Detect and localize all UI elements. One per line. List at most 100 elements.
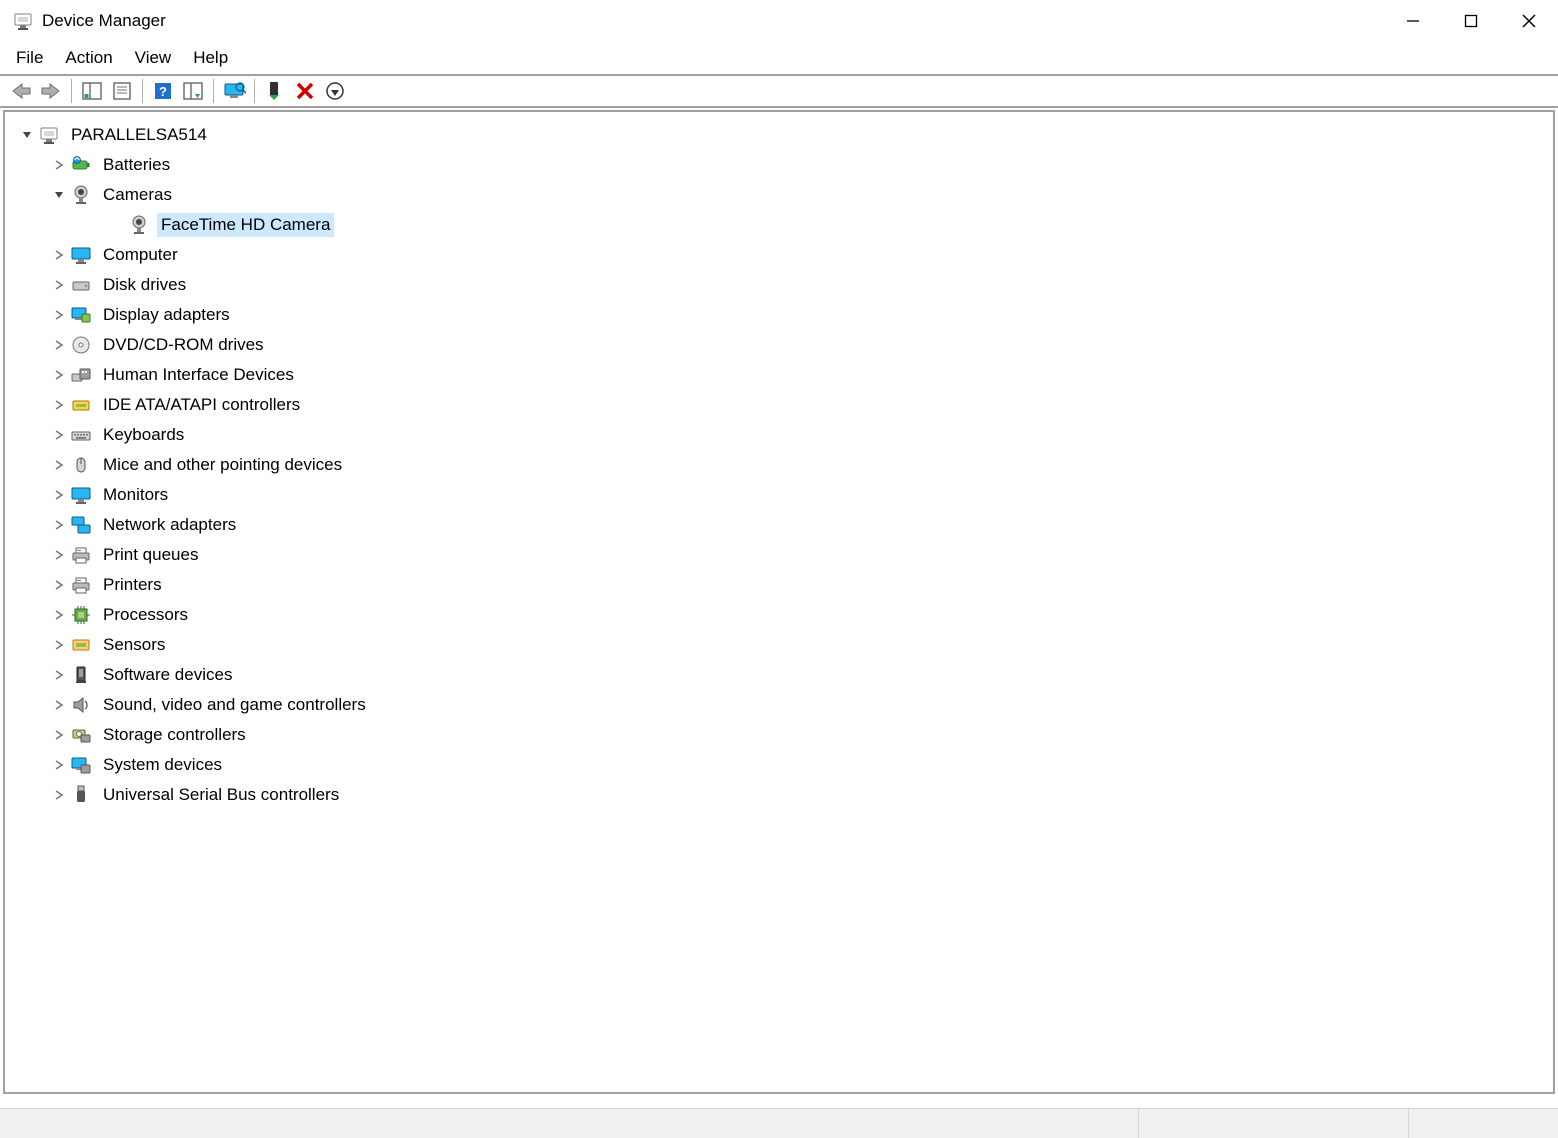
- tree-item-display-adapters[interactable]: Display adapters: [11, 300, 1547, 330]
- chevron-right-icon[interactable]: [49, 155, 69, 175]
- display-adapter-icon: [69, 303, 93, 327]
- back-button[interactable]: [6, 78, 36, 104]
- tree-item-label: Batteries: [99, 153, 174, 177]
- chevron-right-icon[interactable]: [49, 305, 69, 325]
- tree-item-disk-drives[interactable]: Disk drives: [11, 270, 1547, 300]
- tree-item-cameras[interactable]: Cameras: [11, 180, 1547, 210]
- network-icon: [69, 513, 93, 537]
- status-cell: [1138, 1109, 1408, 1138]
- chevron-right-icon[interactable]: [49, 365, 69, 385]
- chevron-down-icon[interactable]: [49, 185, 69, 205]
- tree-item-sensors[interactable]: Sensors: [11, 630, 1547, 660]
- device-tree[interactable]: PARALLELSA514 Batteries: [3, 110, 1555, 1094]
- scan-hardware-button[interactable]: [178, 78, 208, 104]
- camera-icon: [69, 183, 93, 207]
- battery-icon: [69, 153, 93, 177]
- toolbar-separator: [142, 79, 143, 103]
- ide-controller-icon: [69, 393, 93, 417]
- uninstall-device-button[interactable]: [290, 78, 320, 104]
- chevron-right-icon[interactable]: [49, 695, 69, 715]
- tree-item-computer[interactable]: Computer: [11, 240, 1547, 270]
- tree-item-label: System devices: [99, 753, 226, 777]
- tree-item-printers[interactable]: Printers: [11, 570, 1547, 600]
- tree-item-facetime-camera[interactable]: FaceTime HD Camera: [11, 210, 1547, 240]
- chevron-right-icon[interactable]: [49, 545, 69, 565]
- toolbar-separator: [254, 79, 255, 103]
- menu-action[interactable]: Action: [59, 45, 126, 71]
- chevron-right-icon[interactable]: [49, 605, 69, 625]
- tree-item-processors[interactable]: Processors: [11, 600, 1547, 630]
- tree-item-label: DVD/CD-ROM drives: [99, 333, 268, 357]
- disc-icon: [69, 333, 93, 357]
- tree-item-label: Sound, video and game controllers: [99, 693, 370, 717]
- properties-button[interactable]: [107, 78, 137, 104]
- tree-item-storage[interactable]: Storage controllers: [11, 720, 1547, 750]
- tree-item-sound[interactable]: Sound, video and game controllers: [11, 690, 1547, 720]
- status-cell: [1408, 1109, 1558, 1138]
- chevron-right-icon[interactable]: [49, 575, 69, 595]
- hid-icon: [69, 363, 93, 387]
- chevron-right-icon[interactable]: [49, 725, 69, 745]
- storage-controller-icon: [69, 723, 93, 747]
- menu-help[interactable]: Help: [187, 45, 242, 71]
- menu-file[interactable]: File: [10, 45, 57, 71]
- chevron-right-icon[interactable]: [49, 455, 69, 475]
- close-button[interactable]: [1500, 0, 1558, 42]
- status-bar: [0, 1108, 1558, 1138]
- show-hide-tree-button[interactable]: [77, 78, 107, 104]
- disk-icon: [69, 273, 93, 297]
- tree-item-label: Monitors: [99, 483, 172, 507]
- chevron-right-icon[interactable]: [49, 665, 69, 685]
- tree-item-ide[interactable]: IDE ATA/ATAPI controllers: [11, 390, 1547, 420]
- titlebar: Device Manager: [0, 0, 1558, 42]
- tree-item-software-devices[interactable]: Software devices: [11, 660, 1547, 690]
- tree-item-label: Disk drives: [99, 273, 190, 297]
- chevron-right-icon[interactable]: [49, 485, 69, 505]
- toolbar-separator: [213, 79, 214, 103]
- chevron-right-icon[interactable]: [49, 395, 69, 415]
- cpu-icon: [69, 603, 93, 627]
- tree-item-print-queues[interactable]: Print queues: [11, 540, 1547, 570]
- keyboard-icon: [69, 423, 93, 447]
- maximize-button[interactable]: [1442, 0, 1500, 42]
- svg-text:?: ?: [159, 84, 167, 99]
- chevron-right-icon[interactable]: [49, 635, 69, 655]
- chevron-right-icon[interactable]: [49, 515, 69, 535]
- chevron-right-icon[interactable]: [49, 275, 69, 295]
- tree-item-label: Display adapters: [99, 303, 234, 327]
- update-driver-button[interactable]: [219, 78, 249, 104]
- tree-item-hid[interactable]: Human Interface Devices: [11, 360, 1547, 390]
- printer-icon: [69, 573, 93, 597]
- tree-item-batteries[interactable]: Batteries: [11, 150, 1547, 180]
- forward-button[interactable]: [36, 78, 66, 104]
- chevron-right-icon[interactable]: [49, 245, 69, 265]
- tree-item-usb[interactable]: Universal Serial Bus controllers: [11, 780, 1547, 810]
- tree-item-network[interactable]: Network adapters: [11, 510, 1547, 540]
- tree-item-dvd[interactable]: DVD/CD-ROM drives: [11, 330, 1547, 360]
- tree-item-label: Sensors: [99, 633, 169, 657]
- menu-view[interactable]: View: [129, 45, 186, 71]
- sensor-icon: [69, 633, 93, 657]
- chevron-right-icon[interactable]: [49, 425, 69, 445]
- tree-item-label: Mice and other pointing devices: [99, 453, 346, 477]
- tree-item-monitors[interactable]: Monitors: [11, 480, 1547, 510]
- disable-device-button[interactable]: [320, 78, 350, 104]
- tree-root[interactable]: PARALLELSA514: [11, 120, 1547, 150]
- tree-item-keyboards[interactable]: Keyboards: [11, 420, 1547, 450]
- camera-icon: [127, 213, 151, 237]
- tree-item-label: Storage controllers: [99, 723, 250, 747]
- chevron-right-icon[interactable]: [49, 335, 69, 355]
- tree-item-label: Universal Serial Bus controllers: [99, 783, 343, 807]
- enable-device-button[interactable]: [260, 78, 290, 104]
- tree-root-label: PARALLELSA514: [67, 123, 211, 147]
- speaker-icon: [69, 693, 93, 717]
- chevron-down-icon[interactable]: [17, 125, 37, 145]
- tree-item-label: Human Interface Devices: [99, 363, 298, 387]
- help-button[interactable]: ?: [148, 78, 178, 104]
- minimize-button[interactable]: [1384, 0, 1442, 42]
- tree-item-mice[interactable]: Mice and other pointing devices: [11, 450, 1547, 480]
- chevron-right-icon[interactable]: [49, 755, 69, 775]
- tree-item-system-devices[interactable]: System devices: [11, 750, 1547, 780]
- chevron-right-icon[interactable]: [49, 785, 69, 805]
- software-device-icon: [69, 663, 93, 687]
